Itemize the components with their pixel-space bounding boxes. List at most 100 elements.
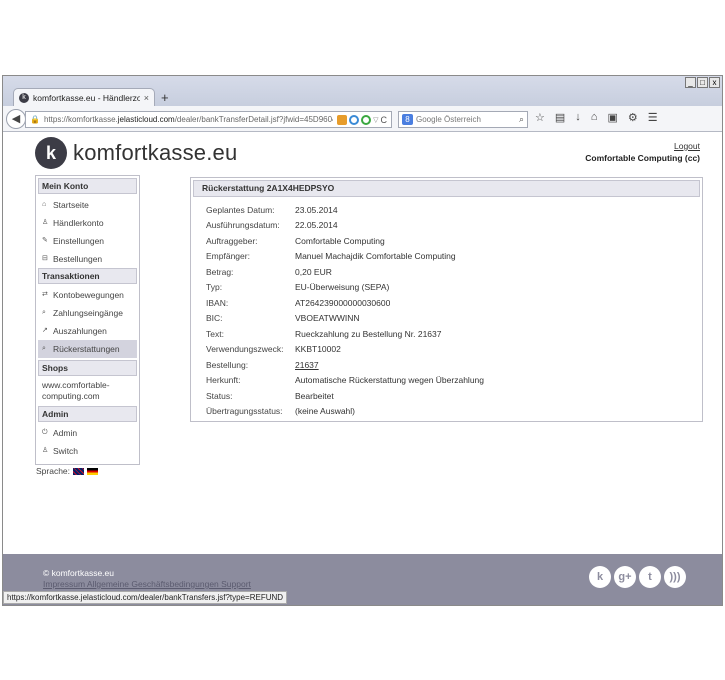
sidebar-item-label: Zahlungseingänge bbox=[53, 308, 123, 318]
sidebar-item-auszahlungen[interactable]: ↗ Auszahlungen bbox=[38, 322, 137, 340]
detail-label: IBAN: bbox=[206, 297, 229, 308]
detail-value: Comfortable Computing bbox=[295, 235, 385, 246]
detail-label: Geplantes Datum: bbox=[206, 204, 275, 215]
menu-icon[interactable]: ☰ bbox=[648, 111, 658, 124]
close-window-button[interactable]: x bbox=[709, 77, 720, 88]
komfortkasse-social-icon[interactable]: k bbox=[589, 566, 611, 588]
detail-row: Typ: EU-Überweisung (SEPA) bbox=[206, 280, 700, 296]
section-mein-konto: Mein Konto bbox=[38, 178, 137, 194]
addon-icon[interactable]: ⚙ bbox=[628, 111, 638, 124]
detail-value: EU-Überweisung (SEPA) bbox=[295, 282, 390, 293]
logo-icon: k bbox=[35, 137, 67, 169]
sidebar-item-label: Startseite bbox=[53, 200, 89, 210]
search-input[interactable]: Google Österreich bbox=[416, 115, 516, 124]
detail-label: Status: bbox=[206, 390, 233, 401]
lock-icon: 🔒 bbox=[30, 115, 40, 124]
new-tab-button[interactable]: + bbox=[161, 90, 169, 105]
twitter-icon[interactable]: t bbox=[639, 566, 661, 588]
g-extension-icon[interactable] bbox=[361, 114, 372, 125]
detail-value: VBOEATWWINN bbox=[295, 313, 360, 324]
detail-value: 22.05.2014 bbox=[295, 220, 338, 231]
dropdown-icon[interactable]: ▽ bbox=[373, 116, 378, 124]
minimize-button[interactable]: _ bbox=[685, 77, 696, 88]
sidebar-item-kontobewegungen[interactable]: ⇄ Kontobewegungen bbox=[38, 286, 137, 304]
web-page: k komfortkasse.eu Logout Comfortable Com… bbox=[3, 133, 722, 605]
german-flag-icon[interactable] bbox=[87, 467, 99, 475]
order-link[interactable]: 21637 bbox=[295, 360, 319, 370]
clipboard-icon[interactable]: ▤ bbox=[555, 111, 565, 124]
bookmark-star-icon[interactable]: ☆ bbox=[535, 111, 545, 124]
url-bar[interactable]: 🔒 https://komfortkasse.jelasticloud.com/… bbox=[25, 111, 392, 128]
toolbar-icons: ☆ ▤ ↓ ⌂ ▣ ⚙ ☰ bbox=[535, 111, 658, 124]
transfer-arrows-icon: ⇄ bbox=[42, 291, 48, 298]
screenshot-icon[interactable]: ▣ bbox=[607, 111, 617, 124]
search-icon[interactable]: ⌕ bbox=[519, 114, 524, 125]
detail-row: Text: Rueckzahlung zu Bestellung Nr. 2163… bbox=[206, 326, 700, 342]
detail-row: Geplantes Datum: 23.05.2014 bbox=[206, 202, 700, 218]
tab-close-icon[interactable]: × bbox=[144, 93, 149, 103]
logo-text: komfortkasse.eu bbox=[73, 140, 238, 165]
window-controls: _ □ x bbox=[685, 77, 720, 88]
rss-icon[interactable]: ))) bbox=[664, 566, 686, 588]
google-search-engine-icon[interactable]: 8 bbox=[402, 114, 413, 125]
detail-value: Manuel Machajdik Comfortable Computing bbox=[295, 251, 456, 262]
cart-icon: ⊟ bbox=[42, 255, 48, 262]
logout-link[interactable]: Logout bbox=[674, 141, 700, 151]
sidebar-item-label: Switch bbox=[53, 446, 79, 456]
maximize-button[interactable]: □ bbox=[697, 77, 708, 88]
search-bar[interactable]: 8 Google Österreich ⌕ bbox=[398, 111, 528, 128]
url-extension-icons: ▽ C bbox=[337, 114, 388, 125]
detail-row: Herkunft: Automatische Rückerstattung weg… bbox=[206, 373, 700, 389]
detail-value: AT264239000000030600 bbox=[295, 297, 391, 308]
sidebar-item-label: Händlerkonto bbox=[53, 218, 104, 228]
sidebar-item-bestellungen[interactable]: ⊟ Bestellungen bbox=[38, 250, 137, 268]
shop-link[interactable]: www.comfortable- computing.com bbox=[38, 378, 137, 406]
detail-label: Ausführungsdatum: bbox=[206, 220, 280, 231]
detail-row: Ausführungsdatum: 22.05.2014 bbox=[206, 218, 700, 234]
sidebar-item-einstellungen[interactable]: ✎ Einstellungen bbox=[38, 232, 137, 250]
detail-value: Bearbeitet bbox=[295, 390, 334, 401]
shop-link-line: www.comfortable- bbox=[42, 380, 110, 390]
user-icon: ♙ bbox=[42, 219, 49, 226]
back-arrow-icon: ◀ bbox=[11, 113, 21, 125]
panel-title: Rückerstattung 2A1X4HEDPSYO bbox=[193, 180, 700, 197]
google-plus-icon[interactable]: g+ bbox=[614, 566, 636, 588]
detail-label: Herkunft: bbox=[206, 375, 241, 386]
home-icon: ⌂ bbox=[42, 201, 47, 208]
sidebar-item-label: Kontobewegungen bbox=[53, 290, 124, 300]
sidebar-item-rueckerstattungen[interactable]: ⌕ Rückerstattungen bbox=[38, 340, 137, 358]
uk-flag-icon[interactable] bbox=[73, 467, 85, 475]
sidebar-item-admin[interactable]: ⏻ Admin bbox=[38, 424, 137, 442]
sidebar-item-zahlungseingaenge[interactable]: ⌕ Zahlungseingänge bbox=[38, 304, 137, 322]
detail-value: (keine Auswahl) bbox=[295, 406, 356, 417]
payout-icon: ↗ bbox=[42, 327, 48, 334]
sidebar: Mein Konto ⌂ Startseite ♙ Händlerkonto ✎… bbox=[35, 175, 140, 465]
chart-extension-icon[interactable] bbox=[337, 114, 348, 125]
detail-row: IBAN: AT264239000000030600 bbox=[206, 295, 700, 311]
sidebar-item-label: Auszahlungen bbox=[53, 326, 107, 336]
detail-value: Rueckzahlung zu Bestellung Nr. 21637 bbox=[295, 328, 442, 339]
favicon-icon: k bbox=[19, 92, 29, 103]
browser-tab[interactable]: k komfortkasse.eu - Händlerzone × bbox=[13, 88, 155, 106]
c-extension-icon[interactable] bbox=[349, 114, 360, 125]
detail-row: Verwendungszweck: KKBT10002 bbox=[206, 342, 700, 358]
sidebar-item-switch[interactable]: ♙ Switch bbox=[38, 442, 137, 460]
download-icon[interactable]: ↓ bbox=[575, 111, 581, 124]
footer-links[interactable]: Impressum Allgemeine Geschäftsbedingunge… bbox=[43, 579, 251, 589]
detail-label: Text: bbox=[206, 328, 224, 339]
sidebar-item-startseite[interactable]: ⌂ Startseite bbox=[38, 196, 137, 214]
logo[interactable]: k komfortkasse.eu bbox=[35, 137, 237, 169]
back-button[interactable]: ◀ bbox=[6, 109, 26, 129]
reload-icon[interactable]: C bbox=[381, 115, 388, 125]
search-icon: ⌕ bbox=[42, 309, 46, 316]
detail-label: Empfänger: bbox=[206, 251, 250, 262]
sidebar-item-haendlerkonto[interactable]: ♙ Händlerkonto bbox=[38, 214, 137, 232]
detail-row: Status: Bearbeitet bbox=[206, 388, 700, 404]
browser-window: _ □ x k komfortkasse.eu - Händlerzone × … bbox=[2, 75, 723, 606]
language-label: Sprache: bbox=[36, 466, 71, 476]
sidebar-item-label: Admin bbox=[53, 428, 78, 438]
detail-row: Auftraggeber: Comfortable Computing bbox=[206, 233, 700, 249]
company-name: Comfortable Computing (cc) bbox=[585, 153, 700, 163]
detail-value: 23.05.2014 bbox=[295, 204, 338, 215]
home-icon[interactable]: ⌂ bbox=[591, 111, 598, 124]
